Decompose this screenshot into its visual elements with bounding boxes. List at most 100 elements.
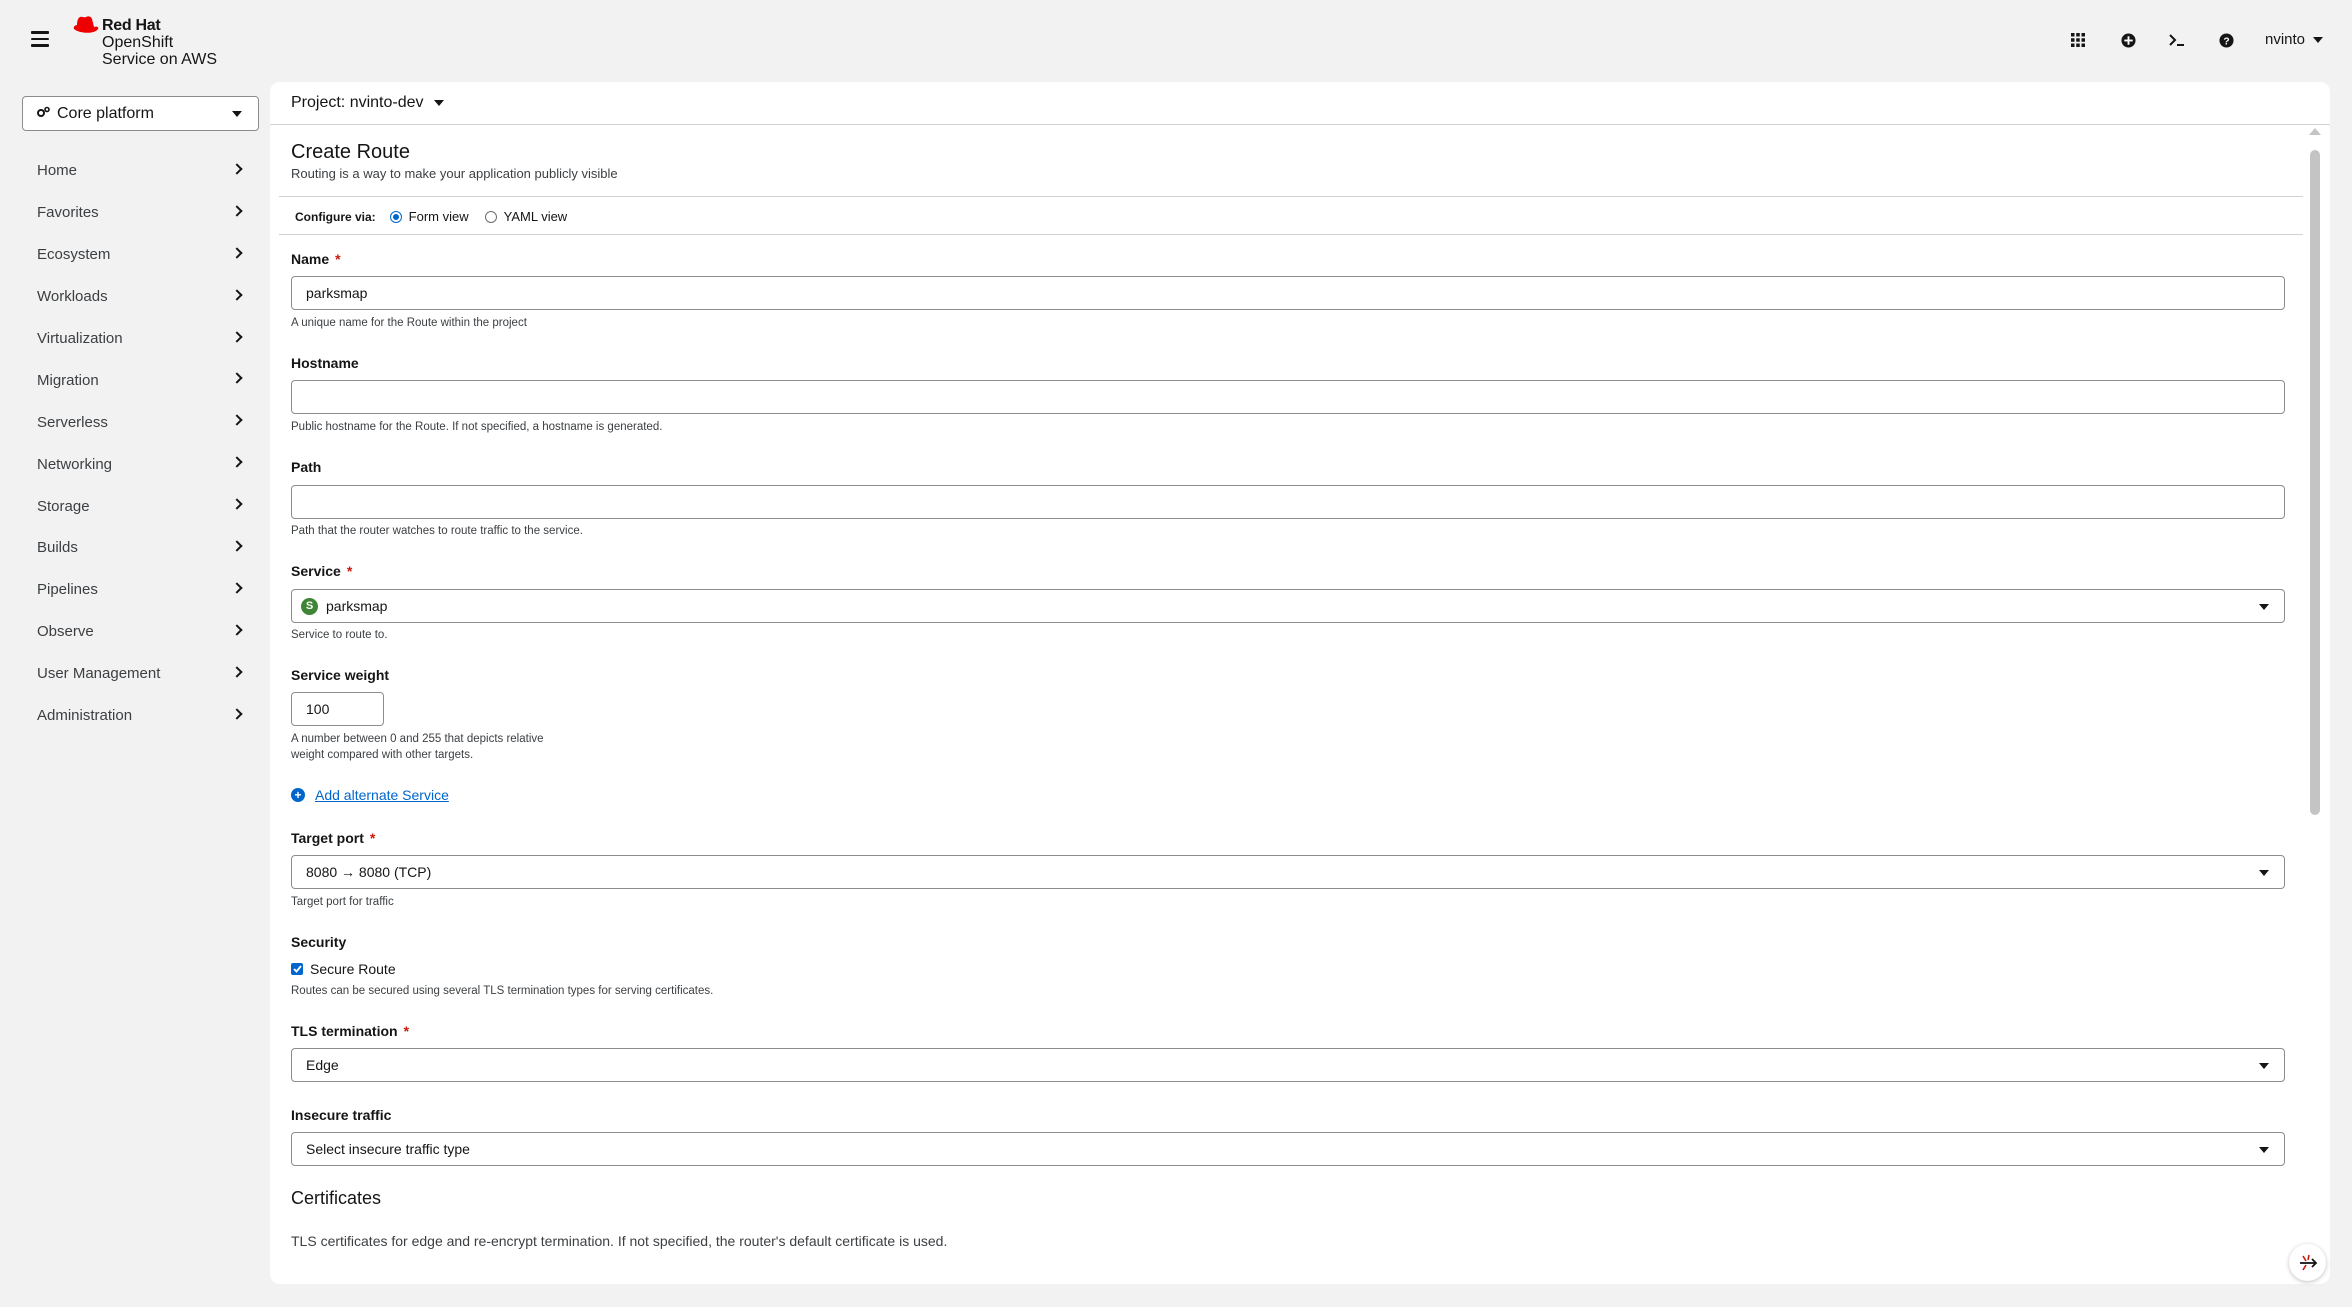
dropdown-caret-icon xyxy=(2259,604,2269,610)
tls-termination-select[interactable]: Edge xyxy=(291,1048,2285,1082)
sidebar-item-label: Observe xyxy=(37,623,94,641)
chevron-right-icon xyxy=(231,372,243,385)
form-view-radio[interactable] xyxy=(389,210,402,223)
masthead: Red Hat OpenShift Service on AWS ? nvint… xyxy=(0,0,2352,82)
sidebar-item-label: Networking xyxy=(37,455,113,473)
target-port-help: Target port for traffic xyxy=(291,896,394,908)
chevron-right-icon xyxy=(231,582,243,594)
user-name: nvinto xyxy=(2265,31,2306,48)
path-label: Path xyxy=(291,459,322,475)
sidebar-item-label: Administration xyxy=(37,707,133,725)
cogs-icon xyxy=(37,105,50,123)
perspective-switcher[interactable]: Core platform xyxy=(22,96,259,131)
redhat-logo-icon xyxy=(73,16,99,33)
chevron-right-icon xyxy=(231,289,243,301)
sidebar-item-workloads[interactable]: Workloads xyxy=(22,276,259,318)
required-marker: * xyxy=(346,563,353,579)
sidebar-item-serverless[interactable]: Serverless xyxy=(22,401,259,443)
brand-line-3: Service on AWS xyxy=(102,51,218,68)
project-bar: Project: nvinto-dev xyxy=(270,82,2330,125)
target-port-select[interactable]: 8080 → 8080 (TCP) xyxy=(291,855,2285,889)
tls-termination-label-text: TLS termination xyxy=(291,1023,398,1039)
hamburger-menu-icon[interactable] xyxy=(31,31,49,47)
chevron-right-icon xyxy=(231,330,243,343)
sidebar-item-label: Pipelines xyxy=(37,581,98,599)
create-route-title: Create Route xyxy=(291,141,410,163)
chevron-right-icon xyxy=(231,540,243,552)
sidebar-item-pipelines[interactable]: Pipelines xyxy=(22,569,259,611)
user-menu[interactable]: nvinto xyxy=(2265,31,2324,48)
yaml-view-radio[interactable] xyxy=(484,210,497,223)
scrollbar[interactable] xyxy=(2309,128,2321,815)
sidebar-item-favorites[interactable]: Favorites xyxy=(22,192,259,234)
chevron-right-icon xyxy=(231,666,243,678)
chevron-right-icon xyxy=(231,205,243,217)
brand-line-2: OpenShift xyxy=(102,34,174,51)
sidebar-item-ecosystem[interactable]: Ecosystem xyxy=(22,234,259,276)
required-marker: * xyxy=(335,251,341,267)
hostname-input[interactable] xyxy=(291,380,2285,414)
service-badge-icon: S xyxy=(301,597,318,615)
dropdown-caret-icon xyxy=(2259,1063,2269,1069)
secure-route-checkbox[interactable] xyxy=(291,963,303,975)
name-label: Name * xyxy=(291,251,341,267)
main-content-card: Project: nvinto-dev Create Route xyxy=(270,82,2330,1284)
service-weight-help: A number between 0 and 255 that depicts … xyxy=(291,731,544,763)
insecure-traffic-placeholder: Select insecure traffic type xyxy=(306,1141,470,1157)
sidebar-item-storage[interactable]: Storage xyxy=(22,485,259,527)
terminal-icon[interactable] xyxy=(2164,27,2190,53)
certificates-title: Certificates xyxy=(291,1188,382,1208)
service-weight-label: Service weight xyxy=(291,667,390,683)
perspective-label: Core platform xyxy=(57,104,154,122)
sidebar-item-migration[interactable]: Migration xyxy=(22,359,259,401)
insecure-traffic-select[interactable]: Select insecure traffic type xyxy=(291,1132,2285,1166)
configure-via-label: Configure via: xyxy=(295,209,376,224)
add-alternate-service-link[interactable]: + Add alternate Service xyxy=(291,787,449,803)
chevron-right-icon xyxy=(231,456,243,468)
sidebar-item-user-management[interactable]: User Management xyxy=(22,653,259,695)
sidebar-item-label: User Management xyxy=(37,665,161,683)
scrollbar-thumb[interactable] xyxy=(2310,150,2320,815)
assistant-icon xyxy=(2299,1254,2317,1270)
app-launcher-icon[interactable] xyxy=(2065,27,2091,53)
secure-route-label[interactable]: Secure Route xyxy=(310,961,396,977)
sidebar-item-observe[interactable]: Observe xyxy=(22,611,259,653)
chevron-right-icon xyxy=(231,247,243,259)
sidebar-item-networking[interactable]: Networking xyxy=(22,443,259,485)
target-port-label: Target port * xyxy=(291,830,375,846)
chevron-right-icon xyxy=(231,414,243,427)
scroll-up-icon[interactable] xyxy=(2309,128,2321,135)
perspective-caret-icon xyxy=(232,111,242,117)
form-view-label[interactable]: Form view xyxy=(409,209,469,224)
path-input[interactable] xyxy=(291,485,2285,519)
security-label: Security xyxy=(291,934,347,950)
yaml-view-label[interactable]: YAML view xyxy=(504,209,568,224)
service-weight-help-line-2: weight compared with other targets. xyxy=(291,749,474,761)
sidebar-item-label: Workloads xyxy=(37,288,108,306)
sidebar-item-label: Storage xyxy=(37,497,90,515)
page-subtitle: Routing is a way to make your applicatio… xyxy=(291,166,618,181)
security-help: Routes can be secured using several TLS … xyxy=(291,985,714,997)
project-caret-icon xyxy=(433,100,444,106)
checkmark-icon xyxy=(292,965,302,973)
divider xyxy=(279,234,2303,235)
service-weight-input[interactable]: 100 xyxy=(291,692,384,726)
sidebar-item-builds[interactable]: Builds xyxy=(22,527,259,569)
dropdown-caret-icon xyxy=(2259,1147,2269,1153)
help-icon[interactable]: ? xyxy=(2213,27,2239,53)
lightspeed-assistant-button[interactable] xyxy=(2289,1244,2326,1281)
project-selector[interactable]: Project: nvinto-dev xyxy=(291,94,444,112)
quick-create-icon[interactable] xyxy=(2115,27,2141,53)
tls-termination-label: TLS termination * xyxy=(291,1023,409,1039)
sidebar-item-home[interactable]: Home xyxy=(22,150,259,192)
service-label: Service * xyxy=(291,563,352,579)
target-port-value: 8080 → 8080 (TCP) xyxy=(306,864,432,880)
svg-text:?: ? xyxy=(2223,36,2229,47)
sidebar-item-administration[interactable]: Administration xyxy=(22,695,259,737)
chevron-right-icon xyxy=(231,707,243,720)
sidebar-item-virtualization[interactable]: Virtualization xyxy=(22,318,259,360)
service-weight-help-line-1: A number between 0 and 255 that depicts … xyxy=(291,733,544,745)
service-select[interactable]: S parksmap xyxy=(291,589,2285,623)
name-input[interactable]: parksmap xyxy=(291,276,2285,310)
brand-line-1: Red Hat xyxy=(102,17,161,34)
